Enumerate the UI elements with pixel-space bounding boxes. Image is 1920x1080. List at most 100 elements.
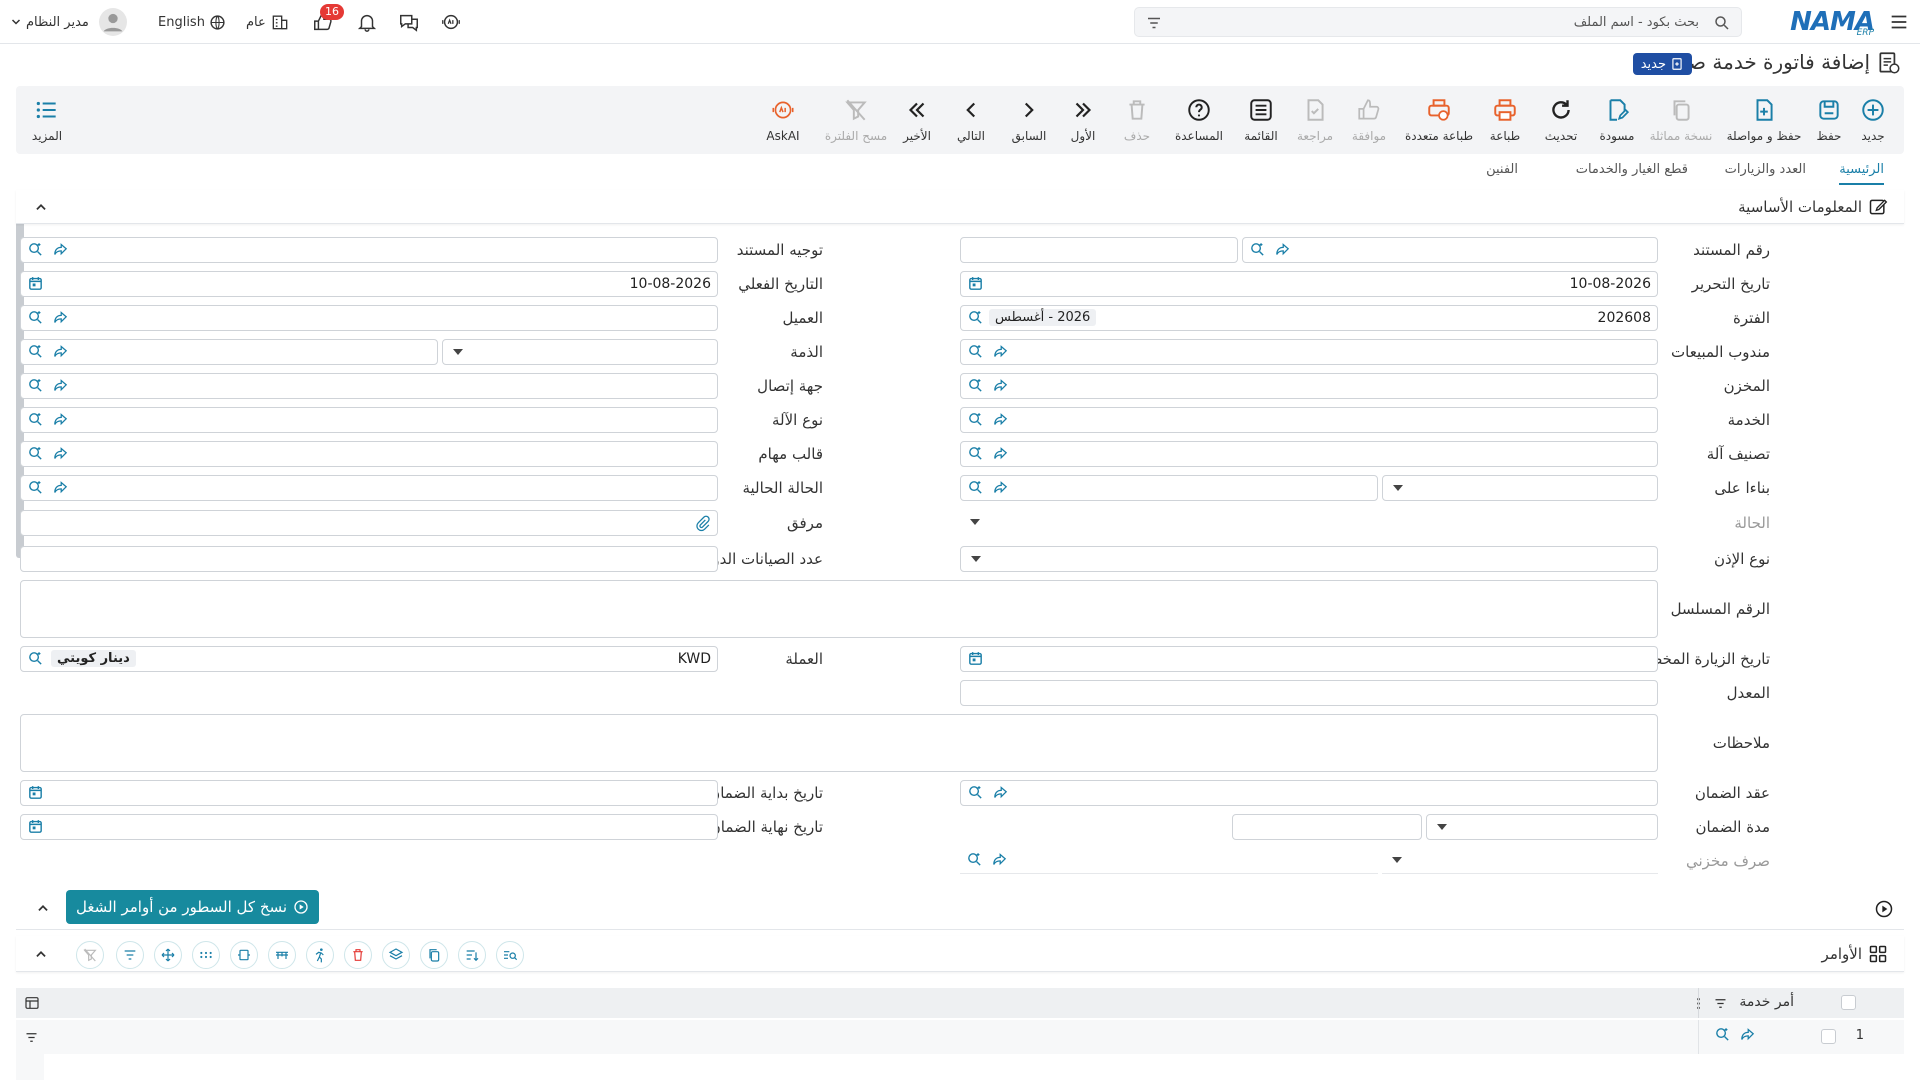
task-template-input[interactable] [20, 441, 718, 467]
lookup-icon[interactable] [27, 309, 44, 326]
dots-grid-icon[interactable] [192, 941, 220, 969]
tab-main[interactable]: الرئيسية [1839, 162, 1884, 185]
calendar-icon[interactable] [27, 784, 44, 801]
review-button[interactable]: مراجعة [1284, 86, 1346, 154]
share-icon[interactable] [992, 784, 1009, 801]
move-icon[interactable] [154, 941, 182, 969]
app-logo[interactable]: NAMA ERP [1790, 0, 1875, 44]
lookup-icon[interactable] [27, 241, 44, 258]
actual-date-input[interactable]: 10-08-2026 [20, 271, 718, 297]
tab-spare-parts[interactable]: قطع الغيار والخدمات [1576, 162, 1688, 183]
lookup-icon[interactable] [27, 343, 44, 360]
table-row[interactable]: 1 [16, 1020, 1904, 1054]
first-button[interactable]: الأول [1052, 86, 1114, 154]
next-button[interactable]: التالي [940, 86, 1002, 154]
notifications-button[interactable] [356, 0, 378, 44]
table-settings-icon[interactable] [24, 995, 40, 1011]
share-icon[interactable] [992, 445, 1009, 462]
share-icon[interactable] [992, 343, 1009, 360]
chevron-up-icon[interactable] [36, 901, 50, 915]
save-continue-button[interactable]: حفظ و مواصلة [1718, 86, 1810, 154]
last-button[interactable]: الأخير [886, 86, 948, 154]
service-input[interactable] [960, 407, 1658, 433]
sort-rows-icon[interactable] [458, 941, 486, 969]
currency-input[interactable]: دينار كويتي KWD [20, 646, 718, 672]
lookup-icon[interactable] [967, 784, 984, 801]
language-switch[interactable]: English [158, 0, 226, 44]
row-filter-icon[interactable] [24, 1030, 39, 1045]
help-button[interactable]: المساعدة [1164, 86, 1234, 154]
share-icon[interactable] [991, 851, 1008, 868]
ai-assistant-button[interactable] [440, 0, 462, 44]
lookup-icon[interactable] [27, 445, 44, 462]
machine-type-input[interactable] [20, 407, 718, 433]
contact-input[interactable] [20, 373, 718, 399]
share-icon[interactable] [992, 377, 1009, 394]
warranty-end-input[interactable] [20, 814, 718, 840]
warranty-period-input[interactable] [1232, 814, 1422, 840]
delete-button[interactable]: حذف [1106, 86, 1168, 154]
liability-select[interactable] [442, 339, 718, 365]
tab-visits[interactable]: العدد والزيارات [1725, 162, 1806, 183]
rate-input[interactable] [960, 680, 1658, 706]
approve-button[interactable]: موافقة [1338, 86, 1400, 154]
copy-all-lines-button[interactable]: نسخ كل السطور من أوامر الشغل [66, 890, 320, 924]
refresh-button[interactable]: تحديث [1530, 86, 1592, 154]
filter-icon[interactable] [116, 941, 144, 969]
lookup-icon[interactable] [967, 479, 984, 496]
play-circle-icon[interactable] [1874, 899, 1894, 919]
share-icon[interactable] [992, 479, 1009, 496]
menu-icon[interactable] [1888, 0, 1910, 44]
calendar-icon[interactable] [967, 650, 984, 667]
warranty-period-unit-select[interactable] [1426, 814, 1658, 840]
user-menu[interactable]: مدير النظام [10, 0, 127, 44]
machine-class-input[interactable] [960, 441, 1658, 467]
edit-date-input[interactable]: 10-08-2026 [960, 271, 1658, 297]
select-all-checkbox[interactable] [1841, 995, 1856, 1010]
share-icon[interactable] [52, 479, 69, 496]
share-icon[interactable] [52, 377, 69, 394]
customer-input[interactable] [20, 305, 718, 331]
stock-issue-select[interactable] [1382, 848, 1658, 874]
lookup-icon[interactable] [967, 309, 984, 326]
doc-number-suffix-input[interactable] [960, 237, 1238, 263]
calendar-icon[interactable] [967, 275, 984, 292]
lookup-icon[interactable] [967, 411, 984, 428]
share-icon[interactable] [52, 343, 69, 360]
share-icon[interactable] [52, 241, 69, 258]
scope-switch[interactable]: عام [246, 0, 290, 44]
basic-info-header[interactable]: المعلومات الأساسية [16, 190, 1904, 224]
paperclip-icon[interactable] [694, 515, 711, 532]
table-insert-icon[interactable] [268, 941, 296, 969]
row-checkbox[interactable] [1821, 1029, 1836, 1044]
warranty-start-input[interactable] [20, 780, 718, 806]
share-icon[interactable] [1274, 241, 1291, 258]
notes-textarea[interactable] [20, 714, 1658, 772]
chat-button[interactable] [398, 0, 420, 44]
askai-button[interactable]: AskAI [752, 86, 814, 154]
based-on-input[interactable] [960, 475, 1378, 501]
search-box[interactable] [1134, 7, 1742, 37]
liability-input[interactable] [20, 339, 438, 365]
share-icon[interactable] [992, 411, 1009, 428]
doc-direction-input[interactable] [20, 237, 718, 263]
search-icon[interactable] [1713, 14, 1731, 32]
lookup-icon[interactable] [27, 377, 44, 394]
lookup-icon[interactable] [967, 343, 984, 360]
periodic-count-input[interactable] [20, 546, 718, 572]
lookup-icon[interactable] [967, 445, 984, 462]
planned-visit-date-input[interactable] [960, 646, 1658, 672]
status-select[interactable] [960, 510, 1658, 536]
fit-columns-icon[interactable] [230, 941, 258, 969]
stock-issue-input[interactable] [960, 848, 1378, 874]
sales-rep-input[interactable] [960, 339, 1658, 365]
doc-number-input[interactable] [1242, 237, 1658, 263]
share-icon[interactable] [52, 309, 69, 326]
approvals-button[interactable]: 16 [312, 0, 344, 44]
share-icon[interactable] [52, 445, 69, 462]
lookup-icon[interactable] [27, 650, 44, 667]
row-service-order-lookup[interactable] [1714, 1026, 1756, 1043]
copy-row-icon[interactable] [420, 941, 448, 969]
duplicate-button[interactable]: نسخة مماثلة [1644, 86, 1718, 154]
lookup-icon[interactable] [966, 851, 983, 868]
